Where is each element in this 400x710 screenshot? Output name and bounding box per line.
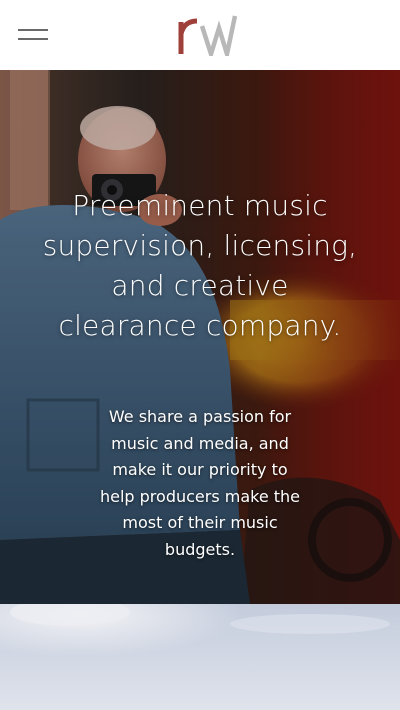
rw-logo-icon[interactable] (175, 14, 237, 56)
sky-image (0, 604, 400, 710)
hero-subtext: We share a passion for music and media, … (99, 407, 301, 559)
menu-bar-icon (18, 29, 48, 31)
hero-headline: Preeminent music supervision, licensing,… (42, 189, 358, 342)
menu-bar-icon (18, 38, 48, 40)
hero-section: Preeminent music supervision, licensing,… (0, 70, 400, 604)
next-section-sky-photo (0, 604, 400, 710)
hamburger-menu-button[interactable] (14, 22, 52, 48)
site-header (0, 0, 400, 70)
hero-content: Preeminent music supervision, licensing,… (0, 70, 400, 604)
